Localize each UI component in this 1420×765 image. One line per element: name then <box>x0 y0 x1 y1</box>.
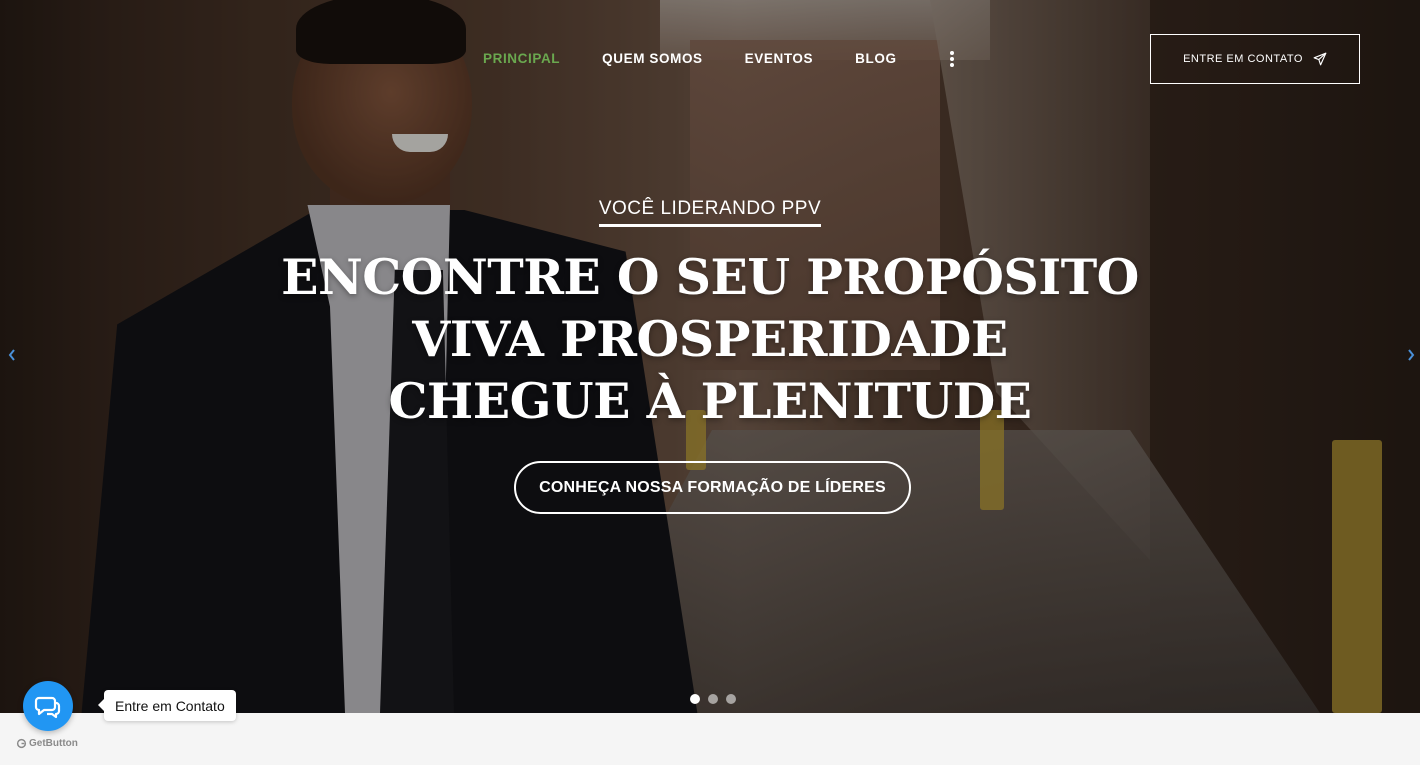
paper-plane-icon <box>1313 52 1327 66</box>
nav-item-blog[interactable]: BLOG <box>855 46 896 72</box>
chat-widget-button[interactable] <box>23 681 73 731</box>
slider-pagination <box>690 694 736 704</box>
contact-button[interactable]: ENTRE EM CONTATO <box>1150 34 1360 84</box>
chat-widget-tooltip[interactable]: Entre em Contato <box>98 690 236 721</box>
chat-bubbles-icon <box>34 696 61 719</box>
hero-eyebrow: VOCÊ LIDERANDO PPV <box>0 198 1420 227</box>
chevron-right-icon <box>1408 349 1415 361</box>
getbutton-brand-text: GetButton <box>29 738 78 749</box>
slider-dot[interactable] <box>690 694 700 704</box>
slider-dot[interactable] <box>708 694 718 704</box>
getbutton-logo-icon <box>16 738 27 749</box>
main-nav: PRINCIPAL QUEM SOMOS EVENTOS BLOG <box>483 46 959 72</box>
slider-dot[interactable] <box>726 694 736 704</box>
hero-headline-line: CHEGUE À PLENITUDE <box>388 372 1032 430</box>
slider-prev-button[interactable] <box>5 344 19 366</box>
vertical-ellipsis-icon[interactable] <box>945 46 959 72</box>
chevron-left-icon <box>8 349 15 361</box>
slider-next-button[interactable] <box>1404 344 1418 366</box>
nav-item-eventos[interactable]: EVENTOS <box>745 46 813 72</box>
nav-item-quem-somos[interactable]: QUEM SOMOS <box>602 46 703 72</box>
getbutton-branding-link[interactable]: GetButton <box>16 738 78 749</box>
hero-headline-line: VIVA PROSPERIDADE <box>412 310 1008 368</box>
hero-headline: ENCONTRE O SEU PROPÓSITO VIVA PROSPERIDA… <box>0 246 1420 432</box>
nav-item-principal[interactable]: PRINCIPAL <box>483 46 560 72</box>
hero-eyebrow-text: VOCÊ LIDERANDO PPV <box>598 198 822 227</box>
hero-slider: PRINCIPAL QUEM SOMOS EVENTOS BLOG ENTRE … <box>0 0 1420 713</box>
contact-button-label: ENTRE EM CONTATO <box>1183 53 1303 65</box>
cta-formacao-lideres-button[interactable]: CONHEÇA NOSSA FORMAÇÃO DE LÍDERES <box>514 461 911 514</box>
hero-headline-line: ENCONTRE O SEU PROPÓSITO <box>281 248 1139 306</box>
